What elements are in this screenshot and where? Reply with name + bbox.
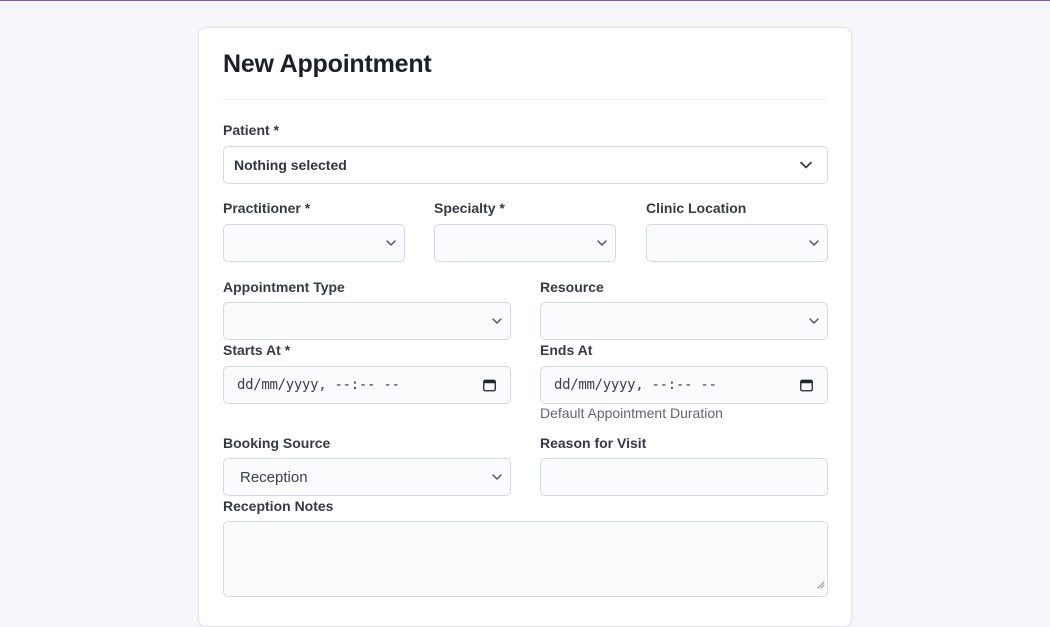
resource-select[interactable]	[540, 302, 828, 340]
appointment-type-select[interactable]	[223, 302, 511, 340]
starts-at-placeholder: dd/mm/yyyy, --:-- --	[237, 377, 400, 393]
practitioner-select[interactable]	[223, 224, 405, 262]
ends-at-placeholder: dd/mm/yyyy, --:-- --	[554, 377, 717, 393]
calendar-icon[interactable]	[800, 379, 813, 392]
practitioner-label: Practitioner *	[223, 200, 311, 216]
specialty-select[interactable]	[434, 224, 616, 262]
patient-select-value: Nothing selected	[234, 157, 347, 173]
chevron-down-icon	[809, 240, 819, 246]
calendar-icon[interactable]	[483, 379, 496, 392]
new-appointment-card: New Appointment Patient * Nothing select…	[198, 27, 852, 627]
reception-notes-textarea[interactable]	[223, 521, 828, 597]
patient-label: Patient *	[223, 122, 280, 138]
resize-grip-icon[interactable]	[816, 576, 825, 594]
chevron-down-icon	[800, 161, 812, 169]
appointment-type-label: Appointment Type	[223, 279, 345, 295]
chevron-down-icon	[492, 318, 502, 324]
page-title: New Appointment	[223, 50, 432, 78]
clinic-location-select[interactable]	[646, 224, 828, 262]
starts-at-input[interactable]: dd/mm/yyyy, --:-- --	[223, 366, 511, 404]
ends-at-label: Ends At	[540, 342, 593, 358]
resource-label: Resource	[540, 279, 604, 295]
reason-for-visit-input[interactable]	[540, 458, 828, 496]
chevron-down-icon	[809, 318, 819, 324]
patient-select[interactable]: Nothing selected	[223, 146, 828, 184]
reception-notes-label: Reception Notes	[223, 498, 334, 514]
chevron-down-icon	[492, 474, 502, 480]
chevron-down-icon	[386, 240, 396, 246]
starts-at-label: Starts At *	[223, 342, 291, 358]
chevron-down-icon	[597, 240, 607, 246]
booking-source-select-value: Reception	[240, 468, 308, 486]
booking-source-label: Booking Source	[223, 435, 331, 451]
title-divider	[223, 99, 828, 100]
specialty-label: Specialty *	[434, 200, 505, 216]
ends-at-input[interactable]: dd/mm/yyyy, --:-- --	[540, 366, 828, 404]
clinic-location-label: Clinic Location	[646, 200, 747, 216]
ends-at-hint: Default Appointment Duration	[540, 405, 723, 421]
reason-for-visit-label: Reason for Visit	[540, 435, 647, 451]
booking-source-select[interactable]: Reception	[223, 458, 511, 496]
